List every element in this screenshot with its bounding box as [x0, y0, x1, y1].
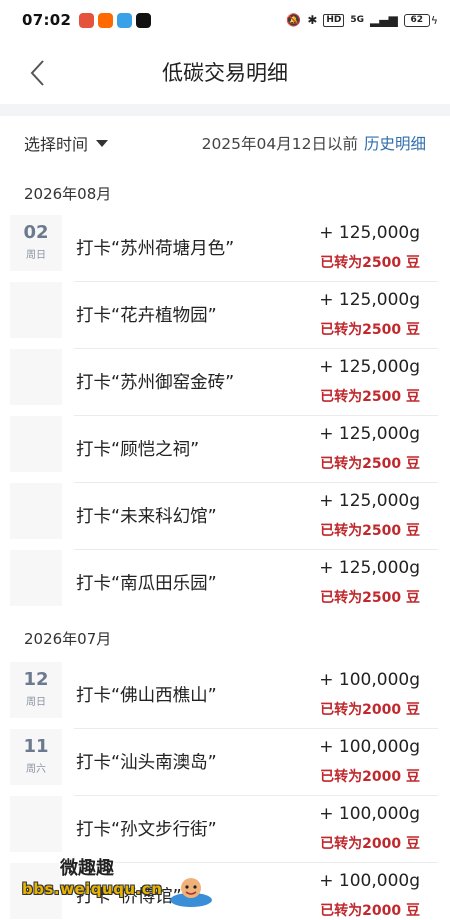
transaction-amount: + 125,000g [319, 290, 420, 310]
caret-down-icon [96, 139, 109, 147]
transaction-amount: + 125,000g [319, 357, 420, 377]
transaction-title: 打卡“未来科幻馆” [76, 507, 217, 527]
transaction-title: 打卡“花卉植物园” [76, 306, 217, 326]
date-badge: 12 周日 [10, 662, 62, 718]
date-day: 02 [23, 222, 49, 243]
back-button[interactable] [24, 58, 54, 88]
converted-status: 已转为2000 豆 [320, 769, 420, 785]
transaction-title: 打卡“苏州荷塘月色” [76, 239, 235, 259]
date-day [10, 416, 62, 424]
mute-icon: 🔕 [286, 13, 302, 27]
converted-status: 已转为2500 豆 [320, 590, 420, 606]
transaction-amount: + 125,000g [319, 491, 420, 511]
mascot-icon [170, 878, 212, 907]
filter-bar: 选择时间 2025年04月12日以前 历史明细 [0, 116, 450, 170]
time-select-label: 选择时间 [24, 135, 89, 154]
date-day [10, 550, 62, 558]
date-day: 11 [23, 736, 49, 757]
hd-badge: HD [323, 13, 345, 27]
taobao-icon [98, 12, 114, 28]
bluetooth-icon: ✱ [307, 13, 318, 27]
transaction-amount: + 100,000g [319, 670, 420, 690]
converted-status: 已转为2000 豆 [320, 702, 420, 718]
converted-status: 已转为2000 豆 [320, 836, 420, 852]
status-indicators: 🔕 ✱ HD 5G ▂▄▆ 62 ϟ [286, 13, 438, 27]
status-bar: 07:02 🔕 ✱ HD 5G ▂▄▆ 62 ϟ [0, 0, 450, 40]
converted-status: 已转为2000 豆 [320, 903, 420, 919]
transaction-amount: + 125,000g [319, 558, 420, 578]
month-header: 2026年08月 [24, 185, 112, 203]
nav-bar: 低碳交易明细 [0, 40, 450, 104]
converted-status: 已转为2500 豆 [320, 456, 420, 472]
status-time: 07:02 [22, 11, 72, 29]
signal-icon: ▂▄▆ [370, 13, 398, 27]
tiktok-icon [136, 12, 152, 28]
date-badge: 11 周六 [10, 729, 62, 785]
converted-status: 已转为2500 豆 [320, 255, 420, 271]
charging-icon: ϟ [430, 13, 438, 27]
transaction-row[interactable]: 打卡“南瓜田乐园” + 125,000g 已转为2500 豆 [0, 550, 450, 617]
transaction-title: 打卡“佛山西樵山” [76, 686, 217, 706]
date-day [10, 483, 62, 491]
transaction-row[interactable]: 打卡“苏州御窑金砖” + 125,000g 已转为2500 豆 [0, 349, 450, 416]
date-badge [10, 416, 62, 472]
converted-status: 已转为2500 豆 [320, 523, 420, 539]
transaction-title: 打卡“南瓜田乐园” [76, 574, 217, 594]
header-divider [0, 104, 450, 116]
network-label: 5G [350, 15, 365, 25]
date-badge [10, 796, 62, 852]
transaction-title: 打卡“孙文步行街” [76, 820, 217, 840]
transaction-row[interactable]: 打卡“未来科幻馆” + 125,000g 已转为2500 豆 [0, 483, 450, 550]
date-badge [10, 483, 62, 539]
date-badge [10, 282, 62, 338]
transaction-amount: + 125,000g [319, 424, 420, 444]
battery-icon: 62 ϟ [403, 13, 438, 27]
history-link[interactable]: 历史明细 [364, 132, 426, 154]
date-weekday: 周日 [26, 250, 46, 261]
transaction-title: 打卡“汕头南澳岛” [76, 753, 217, 773]
page-title: 低碳交易明细 [162, 61, 288, 85]
transaction-amount: + 100,000g [319, 871, 420, 891]
transaction-amount: + 100,000g [319, 804, 420, 824]
watermark-title: 微趣趣 [60, 858, 114, 879]
transaction-row[interactable]: 打卡“顾恺之祠” + 125,000g 已转为2500 豆 [0, 416, 450, 483]
battery-level: 62 [403, 13, 430, 27]
converted-status: 已转为2500 豆 [320, 322, 420, 338]
date-badge: 02 周日 [10, 215, 62, 271]
notification-apps [79, 12, 152, 28]
transaction-row[interactable]: 02 周日 打卡“苏州荷塘月色” + 125,000g 已转为2500 豆 [0, 215, 450, 282]
watermark-url: bbs.weiququ.cn [22, 880, 163, 898]
date-day [10, 349, 62, 357]
watermark: 微趣趣 bbs.weiququ.cn [22, 854, 212, 914]
transaction-title: 打卡“苏州御窑金砖” [76, 373, 235, 393]
transaction-title: 打卡“顾恺之祠” [76, 440, 200, 460]
chevron-left-icon [30, 60, 44, 86]
date-day [10, 796, 62, 804]
filter-info: 2025年04月12日以前 历史明细 [202, 132, 426, 154]
date-range-text: 2025年04月12日以前 [201, 135, 358, 153]
app-icon-1 [79, 12, 95, 28]
date-badge [10, 349, 62, 405]
date-weekday: 周日 [26, 697, 46, 708]
converted-status: 已转为2500 豆 [320, 389, 420, 405]
transaction-row[interactable]: 打卡“孙文步行街” + 100,000g 已转为2000 豆 [0, 796, 450, 863]
transaction-row[interactable]: 11 周六 打卡“汕头南澳岛” + 100,000g 已转为2000 豆 [0, 729, 450, 796]
transaction-amount: + 125,000g [319, 223, 420, 243]
date-badge [10, 550, 62, 606]
month-header: 2026年07月 [24, 630, 112, 648]
transaction-amount: + 100,000g [319, 737, 420, 757]
date-weekday: 周六 [26, 764, 46, 775]
date-day: 12 [23, 669, 49, 690]
app-icon-3 [117, 12, 133, 28]
time-select-dropdown[interactable]: 选择时间 [24, 131, 109, 155]
date-day [10, 282, 62, 290]
transaction-row[interactable]: 打卡“花卉植物园” + 125,000g 已转为2500 豆 [0, 282, 450, 349]
transaction-row[interactable]: 12 周日 打卡“佛山西樵山” + 100,000g 已转为2000 豆 [0, 662, 450, 729]
